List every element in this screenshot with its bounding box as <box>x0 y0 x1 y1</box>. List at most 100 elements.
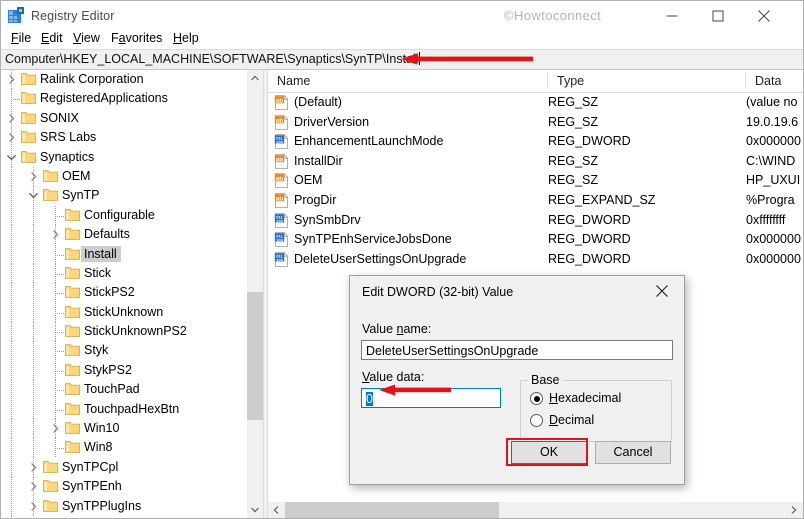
tree-item-touchpadhexbtn[interactable]: TouchpadHexBtn <box>1 399 247 420</box>
list-body[interactable]: ab (Default) REG_SZ (value no ab DriverVersio… <box>268 93 803 269</box>
value-type-cell: REG_DWORD <box>548 251 631 266</box>
value-row[interactable]: ab OEM REG_SZ HP_UXUI <box>268 171 803 191</box>
tree-vertical-scrollbar[interactable] <box>247 70 263 518</box>
svg-text:ab: ab <box>276 117 284 124</box>
tree-item-synaptics[interactable]: Synaptics <box>1 147 247 167</box>
tree-item-stickunknownps2[interactable]: StickUnknownPS2 <box>1 322 247 342</box>
value-name-cell: SynSmbDrv <box>294 212 361 227</box>
tree-item-oem[interactable]: OEM <box>1 166 247 187</box>
tree-expand-toggle[interactable] <box>28 462 41 475</box>
tree-item-syntpcpl[interactable]: SynTPCpl <box>1 457 247 478</box>
tree-item-defaults[interactable]: Defaults <box>1 225 247 245</box>
tree-expand-toggle[interactable] <box>6 74 19 87</box>
list-scroll-left-button[interactable] <box>268 502 285 518</box>
tree-item-label: Win10 <box>84 421 120 436</box>
folder-icon <box>21 150 36 163</box>
folder-icon <box>65 267 80 279</box>
chevron-right-icon <box>9 133 15 143</box>
tree-item-ralink-corporation[interactable]: Ralink Corporation <box>1 70 247 90</box>
dword-value-icon: 011100 <box>274 212 289 228</box>
tree-item-install[interactable]: Install <box>1 244 247 264</box>
tree-collapse-toggle[interactable] <box>28 190 41 203</box>
tree-scroll-up-button[interactable] <box>247 70 263 87</box>
value-row[interactable]: 011 100 EnhancementLaunchMode REG_DWORD 0x00… <box>268 132 803 152</box>
value-row[interactable]: ab DriverVersion REG_SZ 19.0.19.6 <box>268 113 803 133</box>
value-row[interactable]: ab ProgDir REG_EXPAND_SZ %Progra <box>268 191 803 211</box>
folder-icon <box>65 208 80 221</box>
value-row[interactable]: 011 100 SynTPEnhServiceJobsDone REG_DWORD 0x… <box>268 230 803 250</box>
tree-guide-line <box>33 438 34 458</box>
value-row[interactable]: 011 100 DeleteUserSettingsOnUpgrade REG_DWO… <box>268 250 803 270</box>
tree-item-stick[interactable]: Stick <box>1 263 247 284</box>
folder-icon <box>65 422 80 434</box>
tree-item-stickunknown[interactable]: StickUnknown <box>1 302 247 323</box>
dialog-close-button[interactable] <box>640 276 684 306</box>
list-scroll-right-button[interactable] <box>786 502 803 518</box>
tree-expand-toggle[interactable] <box>28 171 41 184</box>
tree-guide-line <box>11 283 12 303</box>
tree-item-touchpad[interactable]: TouchPad <box>1 380 247 400</box>
tree-item-sonix[interactable]: SONIX <box>1 108 247 129</box>
tree-expand-toggle[interactable] <box>50 229 63 242</box>
tree-item-label: Synaptics <box>40 149 95 164</box>
value-name-label: Value name: <box>362 322 432 336</box>
window-title: Registry Editor <box>31 9 115 23</box>
value-name-input[interactable]: DeleteUserSettingsOnUpgrade <box>361 340 673 360</box>
folder-icon <box>21 72 36 86</box>
tree-item-label: Configurable <box>84 207 155 222</box>
menu-view[interactable]: View <box>67 30 106 46</box>
dword-value-icon: 011100 <box>274 134 288 150</box>
tree-guide-line <box>11 399 12 420</box>
list-horizontal-scrollbar[interactable] <box>268 502 803 518</box>
tree-item-label: StickUnknown <box>84 304 164 319</box>
tree-item-styk[interactable]: Styk <box>1 341 247 361</box>
tree-guide-line <box>33 263 34 284</box>
folder-icon <box>65 247 80 261</box>
radio-decimal-label: Decimal <box>549 413 595 427</box>
tree-guide-line <box>33 205 34 226</box>
tree-expand-toggle[interactable] <box>28 481 41 494</box>
tree-expand-toggle[interactable] <box>50 423 63 436</box>
tree-guide-line <box>33 380 34 400</box>
tree-expand-toggle[interactable] <box>6 113 19 126</box>
column-header-name[interactable]: Name <box>268 70 548 92</box>
column-header-data[interactable]: Data <box>746 70 803 92</box>
tree-guide-line <box>11 166 12 187</box>
tree-item-registeredapplications[interactable]: RegisteredApplications <box>1 89 247 109</box>
tree-guide-line <box>11 244 12 264</box>
tree-guide-line <box>11 438 12 458</box>
folder-icon <box>65 402 80 415</box>
tree-collapse-toggle[interactable] <box>6 152 19 165</box>
tree-scroll-down-button[interactable] <box>247 502 263 518</box>
column-header-type[interactable]: Type <box>548 70 746 92</box>
list-scrollbar-thumb[interactable] <box>285 502 499 518</box>
value-type-cell: REG_SZ <box>548 173 599 188</box>
tree-expand-toggle[interactable] <box>6 132 19 145</box>
tree-elbow-line <box>55 273 64 275</box>
tree-item-configurable[interactable]: Configurable <box>1 205 247 226</box>
menu-favorites[interactable]: Favorites <box>105 30 168 46</box>
tree-item-syntp[interactable]: SynTP <box>1 186 247 206</box>
tree-item-syntpenh[interactable]: SynTPEnh <box>1 477 247 497</box>
value-row[interactable]: ab InstallDir REG_SZ C:\WIND <box>268 152 803 172</box>
folder-icon <box>65 208 80 222</box>
ok-button[interactable]: OK <box>511 441 587 464</box>
registry-tree[interactable]: Ralink Corporation RegisteredApplications… <box>1 70 247 518</box>
tree-item-stykps2[interactable]: StykPS2 <box>1 360 247 381</box>
menu-file[interactable]: File <box>5 30 37 46</box>
menu-help[interactable]: Help <box>167 30 205 46</box>
menu-edit[interactable]: Edit <box>35 30 69 46</box>
tree-item-win8[interactable]: Win8 <box>1 438 247 458</box>
registry-editor-icon <box>7 7 25 25</box>
value-row[interactable]: ab (Default) REG_SZ (value no <box>268 93 803 113</box>
value-row[interactable]: 011 100 SynSmbDrv REG_DWORD 0xffffffff <box>268 211 803 231</box>
tree-item-syntpplugins[interactable]: SynTPPlugIns <box>1 496 247 516</box>
cancel-button[interactable]: Cancel <box>595 441 671 464</box>
dword-value-icon: 011100 <box>274 134 289 150</box>
tree-item-win10[interactable]: Win10 <box>1 419 247 439</box>
tree-expand-toggle[interactable] <box>28 501 41 514</box>
tree-item-srs-labs[interactable]: SRS Labs <box>1 128 247 148</box>
tree-item-stickps2[interactable]: StickPS2 <box>1 283 247 303</box>
tree-scrollbar-thumb[interactable] <box>247 292 263 420</box>
folder-icon <box>21 111 36 124</box>
